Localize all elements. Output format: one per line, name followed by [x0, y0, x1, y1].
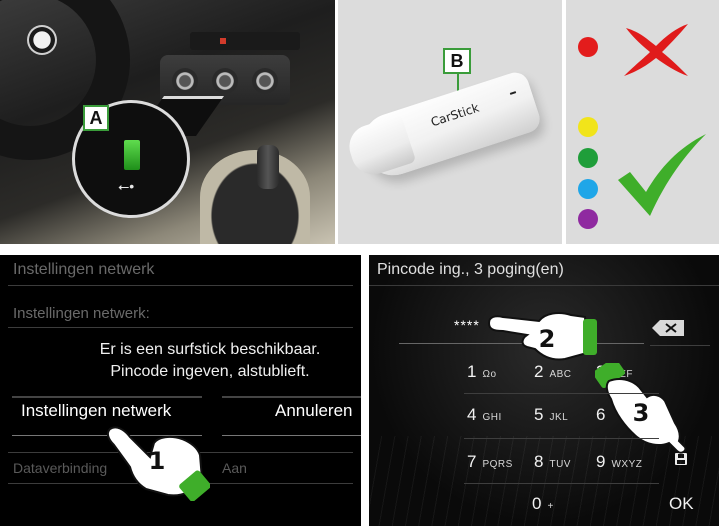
divider	[464, 438, 659, 439]
keypad-key-digit: 1	[467, 362, 477, 381]
usb-port-icon	[124, 140, 140, 170]
data-connection-value[interactable]: Aan	[222, 460, 247, 476]
climate-knob	[212, 68, 238, 94]
cancel-button[interactable]: Annuleren	[275, 401, 361, 433]
pin-input[interactable]: ****	[454, 317, 480, 333]
data-connection-label: Dataverbinding	[13, 460, 108, 476]
keypad-key-letters: ABC	[549, 369, 572, 380]
dialog-message-line2: Pincode ingeven, alstublieft.	[110, 363, 310, 380]
dialog-message-line1: Er is een surfstick beschikbaar.	[99, 341, 321, 358]
step-number: 2	[538, 325, 556, 353]
red-led-dot	[578, 37, 598, 57]
checkmark-icon	[618, 134, 706, 216]
screen-title: Instellingen netwerk	[13, 261, 155, 278]
keypad-key-letters: JKL	[549, 412, 569, 423]
divider	[464, 483, 659, 484]
carstick-illustration: B CarStick	[338, 0, 562, 244]
climate-knob	[172, 68, 198, 94]
callout-label-a: A	[83, 105, 109, 131]
screen-title: Pincode ing., 3 poging(en)	[377, 261, 564, 278]
divider	[8, 327, 353, 328]
pin-entry-screen: Pincode ing., 3 poging(en) **** 1 Ωο 2 ABC 3…	[369, 255, 719, 526]
purple-led-dot	[578, 209, 598, 229]
keypad-key-digit: 4	[467, 405, 477, 424]
divider	[222, 435, 361, 436]
backspace-icon[interactable]	[650, 318, 688, 338]
blue-led-dot	[578, 179, 598, 199]
car-interior-illustration: ⭠• A	[0, 0, 335, 244]
step-number: 1	[148, 447, 166, 475]
climate-knob	[252, 68, 278, 94]
dashboard-button-strip	[190, 32, 300, 50]
keypad-key-letters: GHI	[482, 412, 502, 423]
gear-shift-boot	[200, 150, 310, 244]
network-settings-screen: Instellingen netwerk Instellingen netwer…	[0, 255, 361, 526]
green-led-dot	[578, 148, 598, 168]
led-status-legend	[566, 0, 719, 244]
yellow-led-dot	[578, 117, 598, 137]
usb-symbol-icon: ⭠•	[118, 178, 135, 194]
gear-shift-knob	[257, 145, 279, 189]
divider	[8, 285, 353, 286]
menu-item-network-settings[interactable]: Instellingen netwerk:	[13, 305, 150, 322]
button-highlight-bar	[222, 396, 361, 398]
brand-logo-icon	[27, 25, 57, 55]
button-highlight-bar	[12, 396, 202, 398]
divider	[369, 285, 719, 286]
keypad-key-letters: Ωο	[482, 369, 497, 380]
step-number: 3	[632, 399, 650, 427]
divider	[464, 393, 659, 394]
divider	[650, 345, 710, 346]
hazard-button-icon	[220, 38, 226, 44]
callout-label-b: B	[443, 48, 471, 74]
keypad-key-digit: 5	[534, 405, 544, 424]
cross-icon	[624, 24, 688, 76]
keypad-key-digit: 2	[534, 362, 544, 381]
